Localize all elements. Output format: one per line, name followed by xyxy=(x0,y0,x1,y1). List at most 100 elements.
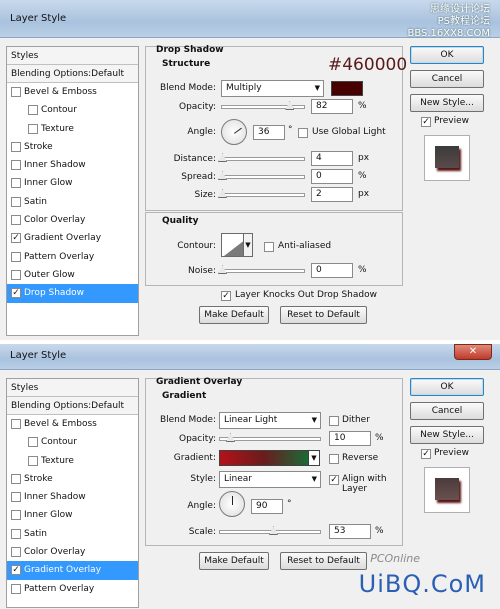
style-item[interactable]: Texture xyxy=(7,452,138,470)
align-with-layer-checkbox[interactable]: ✓ xyxy=(329,475,339,485)
new-style-button[interactable]: New Style... xyxy=(410,94,484,112)
style-checkbox[interactable] xyxy=(11,492,21,503)
ok-button[interactable]: OK xyxy=(410,378,484,396)
style-item[interactable]: Outer Glow xyxy=(7,266,138,284)
preview-checkbox[interactable]: ✓ xyxy=(421,449,431,459)
style-checkbox[interactable] xyxy=(11,528,21,539)
style-select[interactable]: Linear ▼ xyxy=(219,471,321,488)
style-checkbox[interactable] xyxy=(11,510,21,521)
make-default-button[interactable]: Make Default xyxy=(199,552,269,570)
angle-input[interactable]: 36 xyxy=(253,125,285,140)
style-item[interactable]: Color Overlay xyxy=(7,211,138,229)
style-checkbox[interactable] xyxy=(11,196,21,207)
style-item[interactable]: Stroke xyxy=(7,138,138,156)
scale-slider[interactable] xyxy=(219,526,321,535)
dither-label: Dither xyxy=(342,415,370,425)
size-slider[interactable] xyxy=(218,189,305,198)
cancel-button[interactable]: Cancel xyxy=(410,70,484,88)
reset-to-default-button[interactable]: Reset to Default xyxy=(280,552,367,570)
opacity-input[interactable]: 10 xyxy=(329,431,371,446)
scale-input[interactable]: 53 xyxy=(329,524,371,539)
style-item[interactable]: Satin xyxy=(7,193,138,211)
style-item[interactable]: Pattern Overlay xyxy=(7,580,138,598)
style-checkbox[interactable] xyxy=(11,87,21,97)
reset-to-default-button[interactable]: Reset to Default xyxy=(280,306,367,324)
blending-options[interactable]: Blending Options:Default xyxy=(7,397,138,415)
new-style-button[interactable]: New Style... xyxy=(410,426,484,444)
blend-mode-select[interactable]: Multiply ▼ xyxy=(221,80,324,97)
style-checkbox[interactable]: ✓ xyxy=(11,288,21,299)
style-item[interactable]: ✓ Gradient Overlay xyxy=(7,229,138,247)
chevron-down-icon[interactable]: ▼ xyxy=(308,450,320,466)
distance-input[interactable]: 4 xyxy=(311,151,353,166)
chevron-down-icon[interactable]: ▼ xyxy=(243,233,253,257)
noise-slider[interactable] xyxy=(218,265,305,274)
style-item[interactable]: Inner Shadow xyxy=(7,156,138,174)
angle-dial[interactable] xyxy=(221,119,247,145)
dither-checkbox[interactable] xyxy=(329,416,339,426)
spread-slider[interactable] xyxy=(218,171,305,180)
reverse-checkbox[interactable] xyxy=(329,454,339,464)
style-item[interactable]: Inner Glow xyxy=(7,506,138,524)
style-item[interactable]: Bevel & Emboss xyxy=(7,415,138,433)
size-input[interactable]: 2 xyxy=(311,187,353,202)
anti-aliased-checkbox[interactable] xyxy=(264,242,274,252)
blend-mode-select[interactable]: Linear Light ▼ xyxy=(219,412,321,429)
style-checkbox[interactable] xyxy=(28,123,38,134)
opacity-input[interactable]: 82 xyxy=(311,99,353,114)
style-checkbox[interactable] xyxy=(28,105,38,116)
style-item[interactable]: Pattern Overlay xyxy=(7,248,138,266)
style-checkbox[interactable] xyxy=(11,419,21,429)
styles-header[interactable]: Styles xyxy=(7,379,138,397)
blending-options[interactable]: Blending Options:Default xyxy=(7,65,138,83)
noise-input[interactable]: 0 xyxy=(311,263,353,278)
style-item[interactable]: Color Overlay xyxy=(7,543,138,561)
style-checkbox[interactable] xyxy=(11,215,21,226)
angle-input[interactable]: 90 xyxy=(251,499,283,514)
style-item[interactable]: Satin xyxy=(7,525,138,543)
reverse-label: Reverse xyxy=(342,453,379,463)
style-checkbox[interactable] xyxy=(11,547,21,558)
blend-mode-label: Blend Mode: xyxy=(159,415,216,425)
distance-slider[interactable] xyxy=(218,153,305,162)
style-item[interactable]: ✓ Drop Shadow xyxy=(7,284,138,303)
style-checkbox[interactable] xyxy=(11,160,21,171)
style-checkbox[interactable] xyxy=(11,178,21,189)
styles-header[interactable]: Styles xyxy=(7,47,138,65)
slider-thumb[interactable] xyxy=(268,526,278,535)
style-item[interactable]: Contour xyxy=(7,101,138,119)
shadow-color-swatch[interactable] xyxy=(331,81,363,96)
angle-dial[interactable] xyxy=(219,491,245,517)
style-checkbox[interactable] xyxy=(11,141,21,152)
style-checkbox[interactable] xyxy=(11,473,21,484)
style-item-label: Color Overlay xyxy=(24,215,86,226)
style-item[interactable]: Texture xyxy=(7,120,138,138)
slider-thumb[interactable] xyxy=(285,101,295,110)
style-checkbox[interactable]: ✓ xyxy=(11,233,21,244)
style-checkbox[interactable] xyxy=(28,455,38,466)
ok-button[interactable]: OK xyxy=(410,46,484,64)
make-default-button[interactable]: Make Default xyxy=(199,306,269,324)
style-checkbox[interactable] xyxy=(11,269,21,280)
style-item[interactable]: Inner Shadow xyxy=(7,488,138,506)
style-item[interactable]: Inner Glow xyxy=(7,174,138,192)
close-icon[interactable]: ✕ xyxy=(454,344,492,360)
style-item[interactable]: ✓ Gradient Overlay xyxy=(7,561,138,580)
opacity-slider[interactable] xyxy=(219,433,321,442)
style-checkbox[interactable] xyxy=(28,437,38,448)
style-checkbox[interactable]: ✓ xyxy=(11,565,21,576)
use-global-light-checkbox[interactable] xyxy=(298,128,308,138)
slider-thumb[interactable] xyxy=(226,433,235,442)
style-item[interactable]: Stroke xyxy=(7,470,138,488)
style-item[interactable]: Contour xyxy=(7,433,138,451)
style-item-label: Bevel & Emboss xyxy=(24,419,97,429)
style-checkbox[interactable] xyxy=(11,583,21,594)
layer-knocks-out-checkbox[interactable]: ✓ xyxy=(221,291,231,301)
spread-input[interactable]: 0 xyxy=(311,169,353,184)
gradient-picker[interactable] xyxy=(219,450,309,466)
style-item[interactable]: Bevel & Emboss xyxy=(7,83,138,101)
opacity-slider[interactable] xyxy=(221,101,305,110)
style-checkbox[interactable] xyxy=(11,251,21,262)
cancel-button[interactable]: Cancel xyxy=(410,402,484,420)
preview-checkbox[interactable]: ✓ xyxy=(421,117,431,127)
